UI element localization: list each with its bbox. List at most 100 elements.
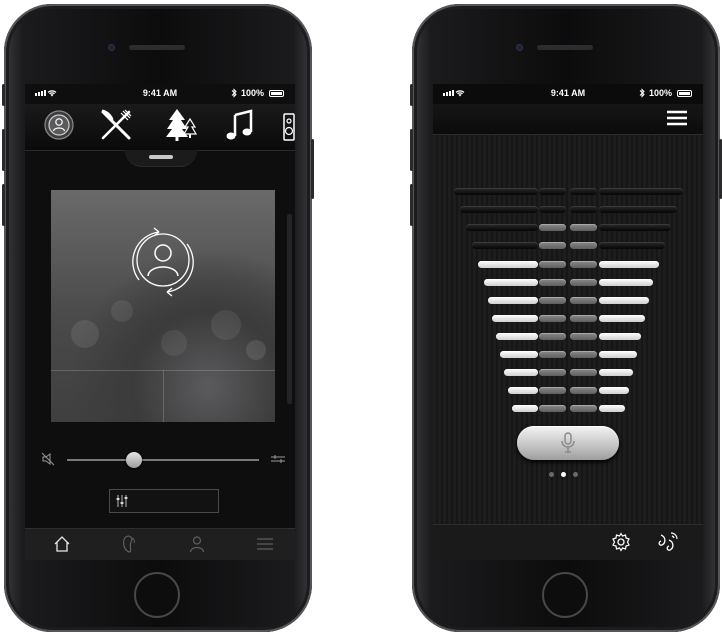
volume-down-button <box>410 184 413 226</box>
band-center-right-bar[interactable] <box>570 333 597 340</box>
page-dot[interactable] <box>573 472 578 477</box>
bluetooth-icon <box>231 88 237 98</box>
band-center-left-bar[interactable] <box>539 188 566 195</box>
band-center-left-bar[interactable] <box>539 351 566 358</box>
user-sync-icon[interactable] <box>43 109 75 141</box>
band-left-bar[interactable] <box>460 206 538 213</box>
band-center-left-bar[interactable] <box>539 333 566 340</box>
band-center-right-bar[interactable] <box>570 206 597 213</box>
hamburger-menu-icon[interactable] <box>667 110 687 126</box>
band-left-bar[interactable] <box>472 242 538 249</box>
band-left-bar[interactable] <box>484 279 538 286</box>
band-left-bar[interactable] <box>512 405 538 412</box>
band-center-left-bar[interactable] <box>539 297 566 304</box>
settings-gear-icon[interactable] <box>611 532 631 552</box>
scroll-track[interactable] <box>287 214 292 404</box>
tone-adjust-icon[interactable] <box>271 454 285 464</box>
band-center-right-bar[interactable] <box>570 242 597 249</box>
home-icon[interactable] <box>53 535 71 553</box>
microphone-button[interactable] <box>517 426 619 460</box>
microphone-icon <box>560 432 576 454</box>
band-right-bar[interactable] <box>599 188 683 195</box>
panel-divider-v <box>163 370 164 422</box>
drawer-tab[interactable] <box>125 150 197 167</box>
band-right-bar[interactable] <box>599 261 659 268</box>
volume-up-button <box>2 129 5 171</box>
band-center-right-bar[interactable] <box>570 188 597 195</box>
band-left-bar[interactable] <box>492 315 538 322</box>
band-left-bar[interactable] <box>454 188 538 195</box>
page-indicator <box>549 472 589 478</box>
scene-icon-bar <box>25 104 295 151</box>
band-right-bar[interactable] <box>599 369 633 376</box>
bluetooth-icon <box>639 88 645 98</box>
band-center-left-bar[interactable] <box>539 315 566 322</box>
band-right-bar[interactable] <box>599 242 665 249</box>
band-center-left-bar[interactable] <box>539 224 566 231</box>
band-left-bar[interactable] <box>496 333 538 340</box>
band-center-right-bar[interactable] <box>570 261 597 268</box>
home-button[interactable] <box>134 572 180 618</box>
front-camera <box>108 44 115 51</box>
band-center-right-bar[interactable] <box>570 279 597 286</box>
equalizer-button[interactable] <box>109 489 219 513</box>
status-bar: 9:41 AM 100% <box>433 84 703 104</box>
band-right-bar[interactable] <box>599 351 637 358</box>
band-right-bar[interactable] <box>599 405 625 412</box>
band-center-left-bar[interactable] <box>539 369 566 376</box>
band-left-bar[interactable] <box>500 351 538 358</box>
band-right-bar[interactable] <box>599 224 671 231</box>
band-left-bar[interactable] <box>508 387 538 394</box>
band-center-right-bar[interactable] <box>570 297 597 304</box>
band-center-right-bar[interactable] <box>570 369 597 376</box>
band-center-right-bar[interactable] <box>570 387 597 394</box>
band-right-bar[interactable] <box>599 315 645 322</box>
fork-knife-icon[interactable] <box>99 108 133 142</box>
band-left-bar[interactable] <box>478 261 538 268</box>
user-sync-icon[interactable] <box>123 220 203 304</box>
profile-icon[interactable] <box>189 535 205 553</box>
volume-thumb[interactable] <box>126 452 143 468</box>
band-center-left-bar[interactable] <box>539 261 566 268</box>
side-button <box>2 84 5 106</box>
band-center-right-bar[interactable] <box>570 315 597 322</box>
bokeh-light <box>246 340 266 360</box>
left-screen: 9:41 AM 100% <box>25 84 295 560</box>
right-screen: 9:41 AM 100% <box>433 84 703 560</box>
volume-up-button <box>410 129 413 171</box>
band-center-left-bar[interactable] <box>539 279 566 286</box>
volume-down-button <box>2 184 5 226</box>
speaker-icon[interactable] <box>283 113 295 141</box>
home-button[interactable] <box>542 572 588 618</box>
volume-slider[interactable] <box>67 452 259 468</box>
tree-icon[interactable] <box>163 107 199 143</box>
band-right-bar[interactable] <box>599 297 649 304</box>
band-center-left-bar[interactable] <box>539 387 566 394</box>
battery-icon <box>677 90 692 97</box>
band-left-bar[interactable] <box>488 297 538 304</box>
band-left-bar[interactable] <box>466 224 538 231</box>
band-center-left-bar[interactable] <box>539 206 566 213</box>
page-dot[interactable] <box>549 472 554 477</box>
drawer-handle <box>149 155 173 159</box>
band-right-bar[interactable] <box>599 279 653 286</box>
band-center-right-bar[interactable] <box>570 224 597 231</box>
band-right-bar[interactable] <box>599 333 641 340</box>
menu-icon[interactable] <box>257 537 273 551</box>
wireless-link-icon[interactable] <box>657 531 679 553</box>
band-center-left-bar[interactable] <box>539 242 566 249</box>
scene-panel[interactable] <box>51 190 275 422</box>
band-left-bar[interactable] <box>504 369 538 376</box>
status-bar: 9:41 AM 100% <box>25 84 295 104</box>
band-center-right-bar[interactable] <box>570 351 597 358</box>
bottom-nav <box>25 528 295 560</box>
band-right-bar[interactable] <box>599 206 677 213</box>
music-note-icon[interactable] <box>225 109 255 141</box>
mute-icon[interactable] <box>41 452 55 466</box>
band-center-right-bar[interactable] <box>570 405 597 412</box>
hearing-aid-icon[interactable] <box>121 534 137 554</box>
page-dot[interactable] <box>561 472 566 477</box>
equalizer-icon <box>116 495 130 507</box>
band-right-bar[interactable] <box>599 387 629 394</box>
band-center-left-bar[interactable] <box>539 405 566 412</box>
